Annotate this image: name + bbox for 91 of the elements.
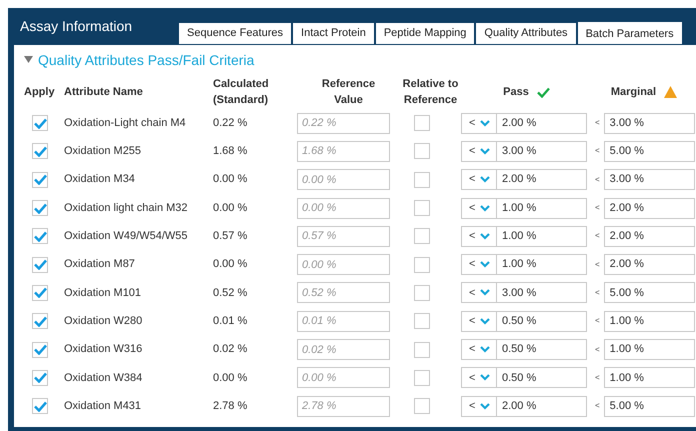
calculated-value: 0.00 % — [213, 200, 248, 216]
pass-input[interactable]: 2.00 % — [497, 396, 587, 417]
reference-input[interactable]: 0.00 % — [297, 198, 390, 219]
marginal-input[interactable]: 5.00 % — [604, 282, 695, 304]
reference-input[interactable]: 0.01 % — [297, 310, 390, 332]
operator-dropdown[interactable]: < — [461, 112, 497, 134]
pass-input[interactable]: 1.00 % — [497, 254, 587, 276]
attribute-name: Oxidation W384 — [64, 370, 144, 386]
calculated-value: 0.57 % — [213, 229, 248, 244]
operator-label: < — [594, 315, 600, 328]
calculated-value: 0.00 % — [213, 172, 248, 188]
operator-label: < — [594, 117, 600, 130]
attribute-name: Oxidation W316 — [64, 342, 144, 358]
operator-label: < — [594, 372, 600, 384]
marginal-input[interactable]: 1.00 % — [604, 339, 695, 360]
attribute-name: Oxidation W280 — [64, 314, 144, 329]
operator-dropdown[interactable]: < — [461, 254, 497, 276]
attribute-name: Oxidation-Light chain M4 — [64, 116, 187, 131]
reference-input[interactable]: 0.00 % — [297, 367, 390, 388]
operator-label: < — [594, 174, 600, 186]
attribute-name: Oxidation M431 — [64, 398, 142, 414]
operator-label: < — [594, 230, 600, 242]
pass-input[interactable]: 1.00 % — [497, 226, 587, 247]
pass-input[interactable]: 3.00 % — [497, 282, 587, 304]
tab[interactable]: Quality Attributes — [475, 22, 577, 45]
marginal-input[interactable]: 5.00 % — [604, 140, 695, 162]
pass-input[interactable]: 0.50 % — [497, 339, 587, 360]
operator-label: < — [594, 202, 600, 214]
operator-dropdown[interactable]: < — [461, 282, 497, 304]
attribute-name: Oxidation M87 — [64, 257, 136, 272]
reference-input[interactable]: 2.78 % — [297, 396, 390, 417]
tab[interactable]: Batch Parameters — [576, 21, 683, 45]
marginal-input[interactable]: 2.00 % — [604, 254, 695, 276]
operator-label: < — [594, 286, 600, 299]
calculated-value: 1.68 % — [213, 144, 248, 160]
column-header: Apply — [24, 84, 56, 100]
reference-input[interactable]: 0.57 % — [297, 226, 390, 247]
attribute-name: Oxidation W49/W54/W55 — [64, 229, 188, 244]
tab[interactable]: Peptide Mapping — [374, 22, 476, 45]
pass-input[interactable]: 0.50 % — [497, 367, 587, 388]
operator-label: < — [594, 344, 600, 356]
tab[interactable]: Intact Protein — [292, 22, 375, 45]
column-header: Pass — [503, 84, 529, 100]
marginal-input[interactable]: 1.00 % — [604, 367, 695, 388]
pass-input[interactable]: 2.00 % — [497, 112, 587, 134]
column-header: Attribute Name — [64, 84, 144, 100]
operator-label: < — [594, 400, 600, 412]
calculated-value: 0.52 % — [213, 286, 248, 301]
reference-input[interactable]: 0.52 % — [297, 282, 390, 304]
operator-dropdown[interactable]: < — [461, 226, 497, 247]
reference-input[interactable]: 0.02 % — [297, 339, 390, 360]
attribute-name: Oxidation M34 — [64, 172, 136, 188]
reference-input[interactable]: 1.68 % — [297, 140, 390, 162]
panel-title: Assay Information — [19, 17, 134, 36]
attribute-name: Oxidation M101 — [64, 286, 142, 301]
column-header: Calculated (Standard) — [213, 77, 270, 108]
column-header: Marginal — [610, 84, 656, 100]
marginal-input[interactable]: 2.00 % — [604, 198, 695, 219]
section-title: Quality Attributes Pass/Fail Criteria — [38, 50, 254, 70]
operator-dropdown[interactable]: < — [461, 140, 497, 162]
operator-dropdown[interactable]: < — [461, 339, 497, 360]
operator-dropdown[interactable]: < — [461, 198, 497, 219]
marginal-input[interactable]: 5.00 % — [604, 396, 695, 417]
reference-input[interactable]: 0.00 % — [297, 169, 390, 190]
operator-label: < — [594, 258, 600, 271]
operator-dropdown[interactable]: < — [461, 169, 497, 190]
operator-dropdown[interactable]: < — [461, 367, 497, 388]
operator-dropdown[interactable]: < — [461, 310, 497, 332]
calculated-value: 0.01 % — [213, 314, 248, 329]
reference-input[interactable]: 0.00 % — [297, 254, 390, 276]
pass-input[interactable]: 3.00 % — [497, 140, 587, 162]
marginal-input[interactable]: 2.00 % — [604, 226, 695, 247]
calculated-value: 0.22 % — [213, 116, 248, 131]
attribute-name: Oxidation M255 — [64, 144, 142, 160]
pass-input[interactable]: 2.00 % — [497, 169, 587, 190]
calculated-value: 0.02 % — [213, 342, 248, 358]
pass-input[interactable]: 1.00 % — [497, 198, 587, 219]
tab[interactable]: Sequence Features — [178, 22, 292, 45]
marginal-input[interactable]: 1.00 % — [604, 310, 695, 332]
pass-input[interactable]: 0.50 % — [497, 310, 587, 332]
calculated-value: 2.78 % — [213, 398, 248, 414]
attribute-name: Oxidation light chain M32 — [64, 200, 189, 216]
marginal-input[interactable]: 3.00 % — [604, 169, 695, 190]
operator-dropdown[interactable]: < — [461, 396, 497, 417]
reference-input[interactable]: 0.22 % — [297, 112, 390, 134]
calculated-value: 0.00 % — [213, 370, 248, 386]
marginal-input[interactable]: 3.00 % — [604, 112, 695, 134]
column-header: Reference Value — [320, 77, 376, 108]
operator-label: < — [594, 145, 600, 158]
calculated-value: 0.00 % — [213, 257, 248, 272]
column-header: Relative to Reference — [402, 77, 460, 108]
